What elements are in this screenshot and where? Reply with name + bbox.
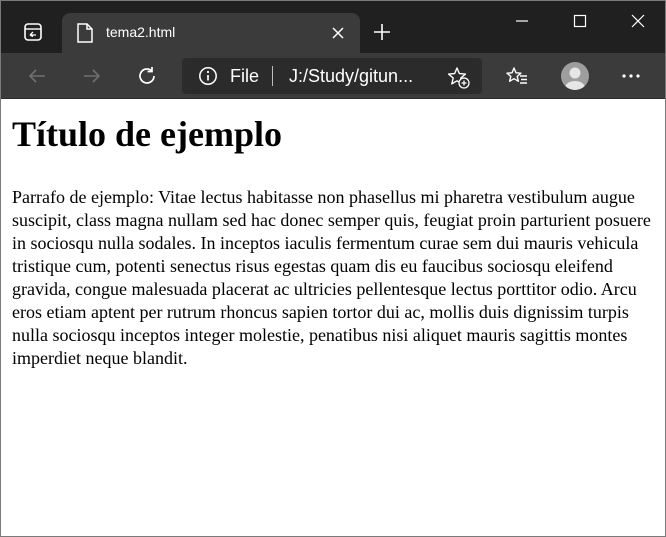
back-arrow-icon — [28, 69, 45, 83]
new-tab-button[interactable] — [369, 19, 395, 45]
tab-strip: tema2.html — [1, 1, 665, 53]
tab-title: tema2.html — [106, 24, 176, 40]
profile-avatar[interactable] — [561, 62, 589, 90]
add-favorite-icon[interactable] — [446, 65, 470, 89]
close-window-button[interactable] — [609, 1, 665, 41]
browser-window: tema2.html File J:/Study/gitun... Título… — [0, 0, 666, 537]
more-icon — [622, 74, 640, 78]
address-scheme: File — [230, 66, 260, 86]
toolbar: File J:/Study/gitun... — [1, 53, 665, 99]
maximize-icon — [573, 14, 587, 28]
back-button[interactable] — [21, 60, 53, 92]
tab-active[interactable]: tema2.html — [62, 13, 360, 53]
address-separator — [272, 66, 273, 86]
address-bar[interactable]: File J:/Study/gitun... — [182, 58, 482, 94]
plus-icon — [374, 24, 390, 40]
page-paragraph: Parrafo de ejemplo: Vitae lectus habitas… — [12, 187, 651, 368]
address-url[interactable]: J:/Study/gitun... — [289, 66, 439, 87]
close-tab-icon[interactable] — [330, 25, 346, 41]
forward-button[interactable] — [76, 60, 108, 92]
info-icon[interactable] — [198, 66, 218, 86]
favorites-button[interactable] — [501, 60, 533, 92]
tab-actions-button[interactable] — [13, 15, 53, 49]
forward-arrow-icon — [84, 69, 101, 83]
tab-actions-icon — [24, 23, 42, 41]
minimize-icon — [516, 20, 528, 22]
more-button[interactable] — [615, 60, 647, 92]
refresh-icon — [139, 67, 155, 84]
refresh-button[interactable] — [131, 60, 163, 92]
maximize-button[interactable] — [551, 1, 609, 41]
minimize-button[interactable] — [493, 1, 551, 41]
close-icon — [631, 14, 645, 28]
page-icon — [77, 23, 93, 43]
page-title: Título de ejemplo — [12, 114, 282, 154]
avatar-icon — [565, 67, 585, 90]
page-content: Título de ejemplo Parrafo de ejemplo: Vi… — [1, 100, 665, 536]
favorites-icon — [506, 67, 527, 84]
